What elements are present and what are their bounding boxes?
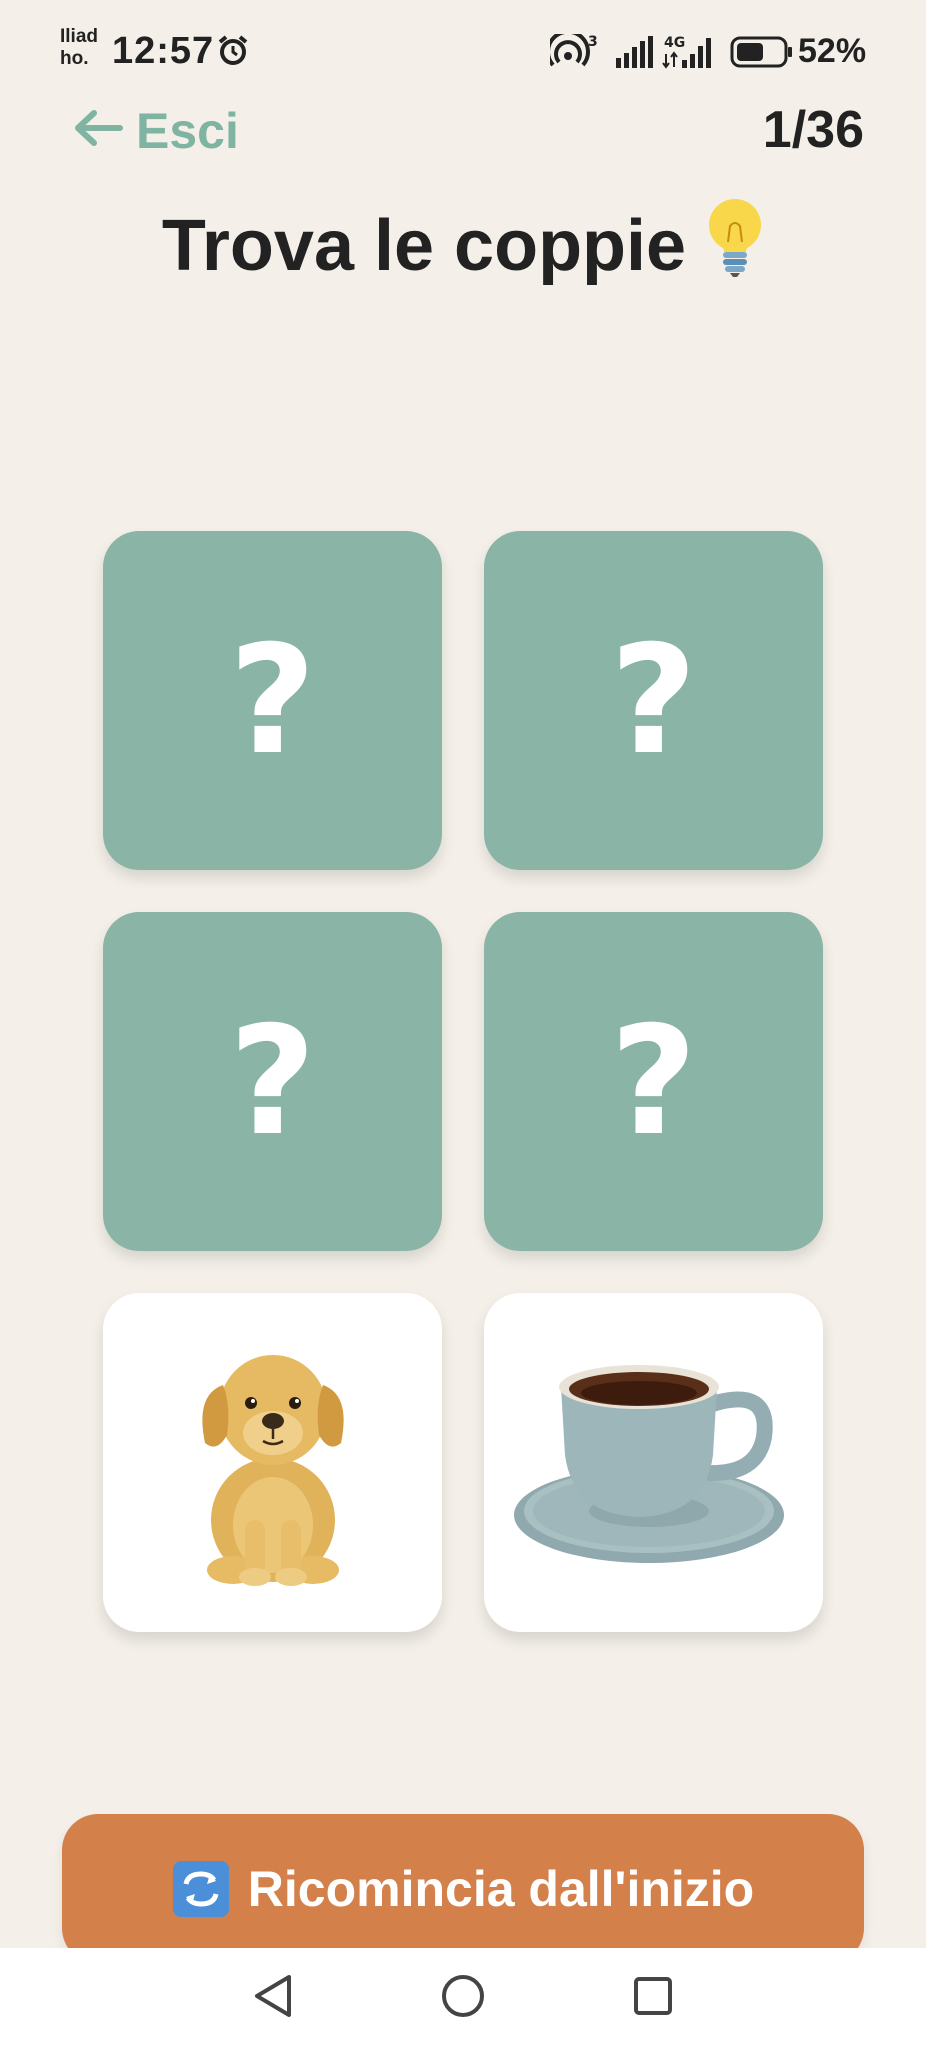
lightbulb-icon (706, 196, 764, 295)
restart-button[interactable]: Ricomincia dall'inizio (62, 1814, 864, 1964)
battery-percentage: 52% (798, 32, 867, 70)
question-mark: ? (228, 613, 316, 788)
page-title-text: Trova le coppie (161, 205, 687, 286)
question-mark: ? (228, 994, 316, 1169)
memory-card-hidden[interactable]: ? (103, 912, 442, 1251)
coffee-cup-icon (509, 1345, 799, 1580)
hotspot-icon: 3 (546, 29, 602, 73)
battery-icon (730, 36, 794, 73)
signal-icon (616, 36, 656, 73)
nav-back-button[interactable] (243, 1968, 303, 2028)
memory-card-hidden[interactable]: ? (484, 531, 823, 870)
exit-button[interactable]: Esci (72, 96, 239, 166)
exit-label: Esci (136, 103, 239, 159)
nav-home-button[interactable] (433, 1968, 493, 2028)
progress-counter: 1/36 (762, 101, 864, 159)
question-mark: ? (609, 994, 697, 1169)
memory-card-revealed[interactable] (103, 1293, 442, 1632)
memory-card-revealed[interactable] (484, 1293, 823, 1632)
system-nav-bar (0, 1948, 926, 2048)
memory-cards-grid: ? ? ? ? (103, 531, 823, 1632)
back-arrow-icon (72, 106, 124, 156)
memory-card-hidden[interactable]: ? (484, 912, 823, 1251)
page-title: Trova le coppie (0, 196, 926, 295)
restart-label: Ricomincia dall'inizio (247, 1861, 755, 1917)
nav-recents-button[interactable] (623, 1968, 683, 2028)
status-bar: Iliad ho. 12:57 3 4G 52% (0, 0, 926, 100)
square-recents-icon (632, 1975, 674, 2022)
restart-icon (172, 1860, 230, 1918)
puppy-icon (173, 1325, 373, 1600)
question-mark: ? (609, 613, 697, 788)
memory-card-hidden[interactable]: ? (103, 531, 442, 870)
alarm-icon (216, 34, 250, 73)
4g-icon: 4G (662, 34, 718, 75)
status-clock: 12:57 (112, 30, 215, 72)
svg-text:3: 3 (588, 34, 598, 50)
circle-home-icon (440, 1973, 486, 2024)
svg-text:4G: 4G (664, 35, 685, 51)
carrier-label: Iliad ho. (60, 26, 99, 69)
triangle-back-icon (251, 1973, 295, 2024)
